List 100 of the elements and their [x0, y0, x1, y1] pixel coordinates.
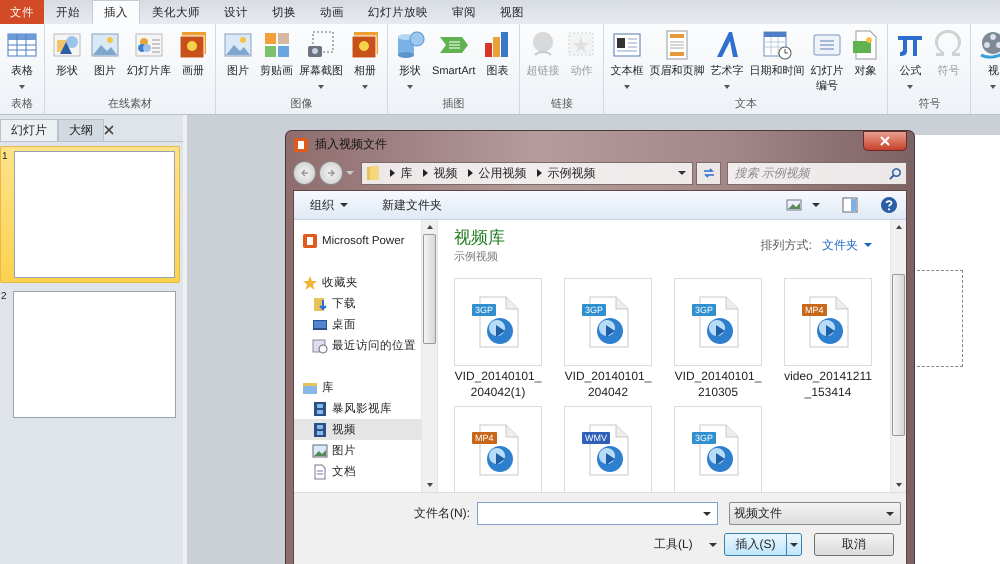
ribbon-button[interactable]: 剪贴画	[257, 27, 296, 81]
nav-item[interactable]: 桌面	[294, 314, 421, 335]
ribbon-tab[interactable]: 切换	[260, 0, 308, 24]
ribbon-tab[interactable]: 设计	[212, 0, 260, 24]
ribbon-button[interactable]: 幻灯片 编号	[807, 27, 846, 96]
film-icon	[312, 422, 328, 438]
ribbon-tab[interactable]: 审阅	[440, 0, 488, 24]
organize-button[interactable]: 组织	[302, 196, 356, 214]
insert-button[interactable]: 插入(S)	[724, 533, 802, 556]
scrollbar[interactable]	[421, 220, 437, 492]
ribbon-button[interactable]: 形状	[391, 27, 429, 94]
ribbon-tab[interactable]: 文件	[0, 0, 44, 24]
file-name: video_20141211 _153414	[783, 368, 873, 400]
ribbon-button[interactable]: 幻灯片库	[124, 27, 174, 81]
file-type-badge: MP4	[802, 304, 827, 316]
ribbon-button[interactable]: 图表	[478, 27, 516, 81]
ribbon-button[interactable]: 相册	[346, 27, 384, 94]
nav-item[interactable]: 图片	[294, 440, 421, 461]
ribbon-button[interactable]: 艺术字	[707, 27, 746, 94]
back-button[interactable]	[293, 161, 316, 185]
preview-pane-icon[interactable]	[842, 197, 858, 213]
dialog-title: 插入视频文件	[315, 136, 387, 153]
download-icon	[312, 296, 328, 312]
file-type-dropdown[interactable]: 视频文件	[729, 502, 901, 525]
nav-item[interactable]: Microsoft Power	[294, 230, 421, 251]
ribbon-button[interactable]: 页眉和页脚	[646, 27, 708, 81]
view-icon[interactable]	[786, 198, 802, 212]
nav-item[interactable]: 暴风影视库	[294, 398, 421, 419]
ribbon-button[interactable]: 形状	[48, 27, 86, 81]
nav-item[interactable]: 下载	[294, 293, 421, 314]
app-icon	[302, 232, 318, 248]
close-icon[interactable]	[104, 125, 114, 135]
help-icon[interactable]	[880, 196, 898, 214]
nav-item[interactable]: 收藏夹	[294, 272, 421, 293]
arrange-label: 排列方式:	[760, 236, 812, 254]
chevron-icon	[390, 169, 395, 177]
file-type-badge: WMV	[582, 432, 610, 444]
refresh-icon	[702, 166, 716, 180]
ribbon-tab[interactable]: 动画	[308, 0, 356, 24]
file-tile[interactable]: 3GP	[674, 278, 762, 366]
ribbon-button[interactable]: 对象	[846, 27, 884, 81]
close-button[interactable]	[863, 131, 907, 151]
filename-field[interactable]	[477, 502, 718, 525]
nav-item[interactable]: 库	[294, 377, 421, 398]
ribbon-button[interactable]: 图片	[219, 27, 257, 81]
tools-button[interactable]: 工具(L)	[648, 536, 720, 553]
ribbon-button[interactable]: SmartArt	[429, 27, 478, 81]
slide-number: 2	[1, 291, 7, 302]
ribbon-tab[interactable]: 视图	[488, 0, 536, 24]
file-tile[interactable]: MP4	[784, 278, 872, 366]
chevron-icon	[468, 169, 473, 177]
star-icon	[302, 274, 318, 290]
cancel-button[interactable]: 取消	[814, 533, 894, 556]
file-name: VID_20140101_ 204042(1)	[454, 368, 542, 400]
breadcrumb[interactable]: 公用视频	[478, 164, 527, 182]
breadcrumb[interactable]: 库	[400, 164, 413, 182]
album-icon	[177, 29, 209, 61]
library-subtitle: 示例视频	[454, 250, 499, 264]
file-name: VID_20140101_ 210305	[674, 368, 762, 400]
breadcrumb[interactable]: 视频	[434, 164, 458, 182]
folder-icon	[366, 165, 380, 181]
panel-tab[interactable]: 幻灯片	[0, 119, 58, 141]
file-tile[interactable]: 3GP	[564, 278, 652, 366]
file-tile[interactable]: 3GP	[454, 278, 542, 366]
ribbon-button[interactable]: 文本框	[607, 27, 646, 94]
chevron-icon	[422, 169, 428, 177]
slide-thumbnail-row[interactable]: 2	[0, 287, 180, 422]
picture-icon	[312, 442, 328, 458]
search-field[interactable]: 搜索 示例视频	[727, 162, 907, 184]
nav-item[interactable]: 最近访问的位置	[294, 335, 421, 356]
slide-number: 1	[2, 151, 8, 162]
address-bar[interactable]: 库 视频 公用视频 示例视频	[360, 162, 694, 184]
nav-item[interactable]: 文档	[294, 461, 421, 482]
ribbon-button[interactable]: 日期和时间	[746, 27, 808, 81]
ribbon-button[interactable]: 视	[974, 27, 1000, 94]
slide-thumbnail-row[interactable]: 1	[0, 146, 180, 283]
ribbon-button[interactable]: 图片	[86, 27, 124, 81]
ribbon-tab[interactable]: 插入	[92, 0, 140, 24]
ribbon-button[interactable]: 公式	[891, 27, 930, 94]
film-icon	[312, 400, 328, 416]
panel-tab[interactable]: 大纲	[58, 119, 104, 141]
arrange-dropdown[interactable]: 文件夹	[822, 236, 872, 254]
doc-icon	[312, 464, 328, 480]
ribbon-tab[interactable]: 开始	[44, 0, 92, 24]
file-name: VID_20140101_ 204042	[564, 368, 652, 400]
group-label: 表格	[10, 97, 34, 112]
new-folder-button[interactable]: 新建文件夹	[374, 196, 450, 214]
ribbon-button[interactable]: 屏幕截图	[296, 27, 346, 94]
ribbon-button[interactable]: 画册	[174, 27, 212, 81]
album-icon	[349, 29, 381, 61]
breadcrumb[interactable]: 示例视频	[548, 164, 596, 182]
ribbon-tab[interactable]: 美化大师	[140, 0, 212, 24]
ribbon-button[interactable]: 表格	[3, 27, 41, 94]
ribbon-tab[interactable]: 幻灯片放映	[356, 0, 440, 24]
file-type-badge: 3GP	[472, 304, 496, 316]
forward-button[interactable]	[319, 161, 343, 185]
nav-item[interactable]: 视频	[294, 419, 421, 440]
scrollbar[interactable]	[890, 220, 906, 492]
refresh-button[interactable]	[696, 162, 722, 184]
group-label: 链接	[550, 96, 574, 112]
